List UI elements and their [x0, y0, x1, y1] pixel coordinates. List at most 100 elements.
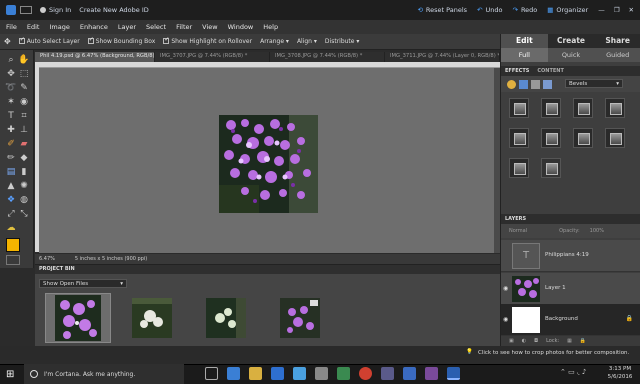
mail-icon[interactable] [293, 367, 306, 380]
bevel-effect-thumbnail[interactable] [509, 128, 529, 148]
lasso-tool-icon[interactable]: ➰ [5, 82, 17, 94]
show-highlight-checkbox[interactable]: Show Highlight on Rollover [163, 36, 252, 45]
layer-row[interactable]: T Philippians 4:19 [501, 240, 640, 272]
filters-icon[interactable] [519, 79, 528, 89]
lock-transparency-icon[interactable]: ▦ [567, 338, 572, 344]
file-explorer-icon[interactable] [249, 367, 262, 380]
arrange-dropdown[interactable]: Arrange ▾ [260, 38, 289, 45]
gradient-tool-icon[interactable]: ▤ [5, 166, 17, 178]
taskbar-clock[interactable]: 3:13 PM 5/6/2016 [600, 365, 640, 381]
tab-quick[interactable]: Quick [548, 48, 595, 62]
magic-wand-tool-icon[interactable]: ✶ [5, 96, 17, 108]
type-tool-icon[interactable]: T [5, 110, 17, 122]
bin-thumbnail[interactable] [45, 293, 111, 343]
pencil-tool-icon[interactable]: ✏ [5, 152, 17, 164]
bin-thumbnail[interactable] [119, 293, 185, 343]
eyedropper-tool-icon[interactable]: ☁ [5, 222, 17, 234]
tab-edit[interactable]: Edit [501, 34, 548, 48]
chart-app-icon[interactable] [337, 367, 350, 380]
visibility-eye-icon[interactable]: ◉ [503, 316, 508, 323]
menu-image[interactable]: Image [49, 23, 69, 31]
move-tool-icon[interactable]: ✥ [5, 68, 17, 80]
new-layer-icon[interactable]: ▣ [509, 338, 514, 344]
healing-tool-icon[interactable]: ✚ [5, 124, 17, 136]
visibility-eye-icon[interactable]: ◉ [503, 285, 508, 292]
photos-icon[interactable] [315, 367, 328, 380]
zoom-tool-icon[interactable]: ⌕ [5, 54, 17, 66]
close-button[interactable]: ✕ [629, 6, 634, 14]
organizer-button[interactable]: Organizer [556, 6, 588, 14]
layer-row-selected[interactable]: ◉ Background 🔒 [501, 304, 640, 336]
eraser-tool-icon[interactable]: ▰ [18, 138, 30, 150]
bin-thumbnail[interactable] [193, 293, 259, 343]
brush-tool-icon[interactable]: ✐ [5, 138, 17, 150]
undo-button[interactable]: Undo [486, 6, 503, 14]
layer-styles-icon[interactable] [507, 79, 516, 89]
effects-category-dropdown[interactable]: Bevels ▾ [565, 79, 623, 88]
sign-in-link[interactable]: Sign In [49, 6, 71, 14]
bevel-effect-thumbnail[interactable] [573, 98, 593, 118]
straighten-tool-icon[interactable]: ⤢ [5, 208, 17, 220]
shape-tool-icon[interactable]: ▮ [18, 166, 30, 178]
photo-effects-icon[interactable] [531, 79, 540, 89]
windows-start-icon[interactable]: ⊞ [6, 369, 14, 380]
tab-guided[interactable]: Guided [594, 48, 640, 62]
foreground-color-swatch[interactable] [6, 238, 20, 252]
show-bounding-box-checkbox[interactable]: Show Bounding Box [87, 36, 155, 45]
zoom-level[interactable]: 6.47% [39, 256, 55, 262]
bevel-effect-thumbnail[interactable] [605, 128, 625, 148]
mask-icon[interactable]: ◘ [534, 338, 538, 344]
menu-help[interactable]: Help [263, 23, 278, 31]
menu-edit[interactable]: Edit [27, 23, 40, 31]
menu-filter[interactable]: Filter [176, 23, 192, 31]
doc-tab-img3711[interactable]: IMG_3711.JPG @ 7.44% (Layer 0, RGB/8) * [385, 52, 500, 62]
bin-thumbnail[interactable] [267, 293, 333, 343]
tab-content[interactable]: CONTENT [537, 68, 564, 74]
menu-file[interactable]: File [6, 23, 17, 31]
chrome-icon[interactable] [359, 367, 372, 380]
menu-enhance[interactable]: Enhance [80, 23, 108, 31]
bevel-effect-thumbnail[interactable] [541, 128, 561, 148]
minimize-button[interactable]: — [598, 6, 605, 14]
menu-window[interactable]: Window [228, 23, 254, 31]
lock-all-icon[interactable]: 🔒 [580, 338, 586, 344]
doc-tab-img3707[interactable]: IMG_3707.JPG @ 7.44% (RGB/8) * [155, 52, 270, 62]
doc-tab-phil[interactable]: Phil 4.19.psd @ 6.47% (Background, RGB/8… [35, 52, 155, 62]
redo-button[interactable]: Redo [521, 6, 537, 14]
app-icon[interactable] [381, 367, 394, 380]
bevel-effect-thumbnail[interactable] [605, 98, 625, 118]
cortana-search-box[interactable]: I'm Cortana. Ask me anything. [24, 364, 184, 384]
bevel-effect-thumbnail[interactable] [541, 158, 561, 178]
project-bin-filter-dropdown[interactable]: Show Open Files ▾ [39, 279, 127, 288]
align-dropdown[interactable]: Align ▾ [297, 38, 317, 45]
quick-selection-tool-icon[interactable]: ✎ [18, 82, 30, 94]
eye-tool-icon[interactable]: ◉ [18, 96, 30, 108]
opacity-field[interactable]: 100% [590, 228, 604, 234]
menu-select[interactable]: Select [146, 23, 166, 31]
bevel-effect-thumbnail[interactable] [541, 98, 561, 118]
menu-view[interactable]: View [202, 23, 217, 31]
bevel-effect-thumbnail[interactable] [509, 98, 529, 118]
bevel-effect-thumbnail[interactable] [573, 128, 593, 148]
tab-share[interactable]: Share [594, 34, 640, 48]
recompose-tool-icon[interactable]: ⤡ [18, 208, 30, 220]
system-tray-icons[interactable]: ⌃ ▭ ◟ ♪ [560, 368, 586, 376]
adjustment-layer-icon[interactable]: ◐ [522, 338, 526, 344]
store-icon[interactable] [271, 367, 284, 380]
crop-tool-icon[interactable]: ⌗ [18, 110, 30, 122]
auto-select-layer-checkbox[interactable]: Auto Select Layer [18, 36, 80, 45]
sponge-tool-icon[interactable]: ✺ [18, 180, 30, 192]
reset-panels-button[interactable]: Reset Panels [426, 6, 467, 14]
tab-effects[interactable]: EFFECTS [505, 68, 529, 74]
edge-icon[interactable] [227, 367, 240, 380]
hint-text[interactable]: Click to see how to crop photos for bett… [478, 350, 629, 356]
blur-tool-icon[interactable]: ▲ [5, 180, 17, 192]
paint-bucket-tool-icon[interactable]: ◆ [18, 152, 30, 164]
dodge-tool-icon[interactable]: ◍ [18, 194, 30, 206]
distribute-dropdown[interactable]: Distribute ▾ [325, 38, 359, 45]
tab-full[interactable]: Full [501, 48, 548, 62]
layer-row[interactable]: ◉ Layer 1 [501, 273, 640, 305]
marquee-tool-icon[interactable]: ⬚ [18, 68, 30, 80]
doc-tab-img3708[interactable]: IMG_3708.JPG @ 7.44% (RGB/8) * [270, 52, 385, 62]
clone-stamp-tool-icon[interactable]: ⊥ [18, 124, 30, 136]
